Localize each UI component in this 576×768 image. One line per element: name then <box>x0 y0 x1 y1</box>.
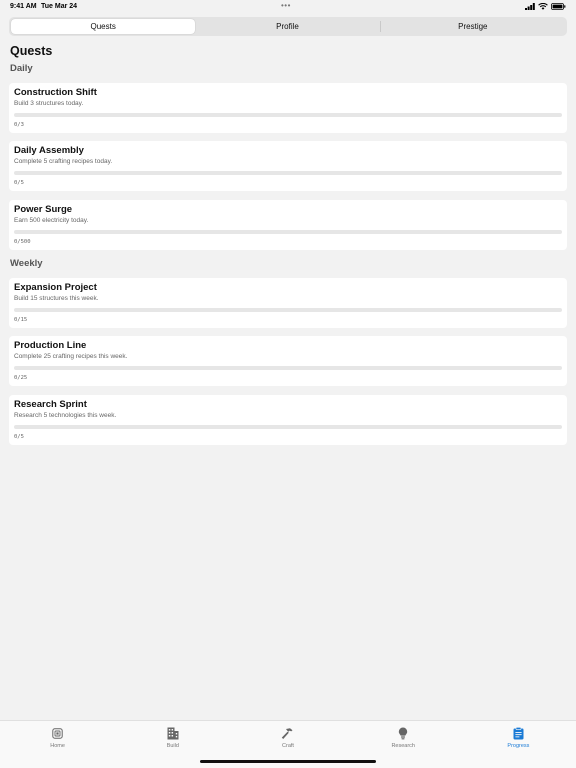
wifi-icon <box>538 3 548 10</box>
quest-progress-bar <box>14 366 562 370</box>
quest-title: Expansion Project <box>14 282 97 293</box>
section-header-daily: Daily <box>10 63 33 74</box>
quest-title: Daily Assembly <box>14 145 84 156</box>
quest-progress-bar <box>14 425 562 429</box>
quest-progress-text: 0/500 <box>14 239 31 245</box>
building-icon <box>167 727 179 740</box>
segment-profile[interactable]: Profile <box>195 19 379 34</box>
segment-label: Profile <box>276 22 299 31</box>
quest-description: Build 15 structures this week. <box>14 295 99 302</box>
tab-label: Progress <box>507 743 530 749</box>
home-indicator[interactable] <box>200 760 376 763</box>
quest-card-construction-shift[interactable]: Construction Shift Build 3 structures to… <box>9 83 567 133</box>
quest-card-research-sprint[interactable]: Research Sprint Research 5 technologies … <box>9 395 567 445</box>
tab-label: Research <box>391 743 415 749</box>
tab-label: Craft <box>282 743 294 749</box>
quest-progress-bar <box>14 113 562 117</box>
status-bar: 9:41 AM Tue Mar 24 ••• <box>0 0 576 14</box>
status-icons <box>525 3 566 10</box>
quest-description: Earn 500 electricity today. <box>14 217 89 224</box>
segment-quests[interactable]: Quests <box>11 19 196 34</box>
quest-card-production-line[interactable]: Production Line Complete 25 crafting rec… <box>9 336 567 386</box>
quest-description: Complete 5 crafting recipes today. <box>14 158 113 165</box>
quest-title: Power Surge <box>14 204 73 215</box>
quest-progress-text: 0/3 <box>14 122 24 128</box>
tab-label: Home <box>50 743 65 749</box>
home-icon <box>52 727 63 740</box>
lightbulb-icon <box>398 727 408 740</box>
clipboard-icon <box>513 727 524 740</box>
quest-description: Research 5 technologies this week. <box>14 412 117 419</box>
quest-description: Complete 25 crafting recipes this week. <box>14 353 128 360</box>
status-time: 9:41 AM <box>10 3 37 10</box>
quest-title: Construction Shift <box>14 87 97 98</box>
quest-title: Research Sprint <box>14 399 87 410</box>
quest-progress-bar <box>14 230 562 234</box>
page-title: Quests <box>10 44 53 58</box>
status-date: Tue Mar 24 <box>41 3 78 10</box>
segment-label: Prestige <box>458 22 488 31</box>
quest-card-expansion-project[interactable]: Expansion Project Build 15 structures th… <box>9 278 567 328</box>
tab-home[interactable]: Home <box>0 721 115 768</box>
multitasking-dots[interactable]: ••• <box>281 1 291 10</box>
quest-progress-text: 0/15 <box>14 317 28 323</box>
quest-description: Build 3 structures today. <box>14 100 84 107</box>
tab-progress[interactable]: Progress <box>461 721 576 768</box>
quest-progress-text: 0/5 <box>14 434 24 440</box>
segmented-control: Quests Profile Prestige <box>9 17 567 36</box>
segment-label: Quests <box>90 22 116 31</box>
hammer-icon <box>281 727 295 740</box>
section-header-weekly: Weekly <box>10 258 43 269</box>
battery-icon <box>551 3 566 10</box>
cellular-icon <box>525 3 535 10</box>
quest-title: Production Line <box>14 340 87 351</box>
quest-progress-text: 0/25 <box>14 375 28 381</box>
tab-label: Build <box>166 743 179 749</box>
segment-prestige[interactable]: Prestige <box>381 19 565 34</box>
quest-progress-bar <box>14 171 562 175</box>
quest-card-daily-assembly[interactable]: Daily Assembly Complete 5 crafting recip… <box>9 141 567 191</box>
quest-card-power-surge[interactable]: Power Surge Earn 500 electricity today. … <box>9 200 567 250</box>
quest-progress-text: 0/5 <box>14 180 24 186</box>
quest-progress-bar <box>14 308 562 312</box>
